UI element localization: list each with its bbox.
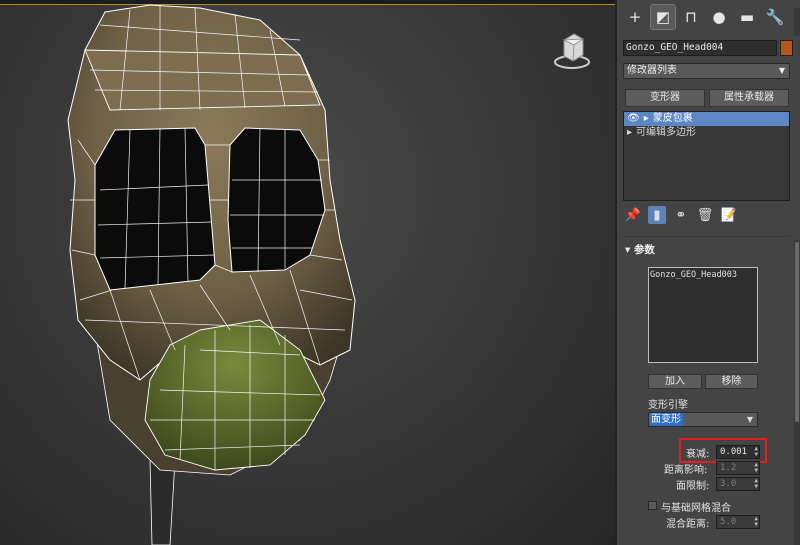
deform-engine-label: 变形引擎 bbox=[648, 400, 688, 411]
show-end-result-icon[interactable]: ▮ bbox=[648, 206, 666, 224]
blend-base-mesh-checkbox[interactable] bbox=[648, 501, 657, 510]
object-color-swatch[interactable] bbox=[780, 40, 793, 56]
chevron-down-icon: ▼ bbox=[746, 415, 753, 424]
face-limit-value: 3.0 bbox=[720, 479, 737, 489]
wrap-target-listbox[interactable]: Gonzo_GEO_Head003 bbox=[648, 267, 758, 363]
pin-stack-icon[interactable]: 📌 bbox=[624, 206, 642, 224]
face-limit-label: 面限制: bbox=[676, 481, 710, 492]
spinner-arrows-icon[interactable]: ▲ ▼ bbox=[754, 516, 758, 528]
object-name-field[interactable]: Gonzo_GEO_Head004 bbox=[623, 40, 777, 56]
distance-influence-value: 1.2 bbox=[720, 463, 737, 473]
head-mesh-wireframe[interactable] bbox=[0, 0, 615, 545]
utilities-tab-icon[interactable]: 🔧 bbox=[763, 5, 787, 29]
add-button[interactable]: 加入 bbox=[648, 374, 702, 389]
params-rollout-title: 参数 bbox=[633, 244, 655, 256]
chevron-down-icon: ▼ bbox=[778, 66, 785, 75]
spinner-arrows-icon[interactable]: ▲ ▼ bbox=[754, 478, 758, 490]
attribute-holder-button[interactable]: 属性承载器 bbox=[709, 89, 789, 107]
expand-arrow-icon[interactable]: ▸ bbox=[644, 112, 649, 126]
collapse-arrow-icon: ▾ bbox=[625, 244, 634, 256]
stack-item-label: 可编辑多边形 bbox=[636, 127, 697, 138]
object-name-row: Gonzo_GEO_Head004 bbox=[623, 40, 793, 56]
panel-scroll-handle[interactable] bbox=[794, 8, 800, 36]
deform-engine-dropdown[interactable]: 面变形 ▼ bbox=[648, 412, 758, 427]
spinner-arrows-icon[interactable]: ▲ ▼ bbox=[754, 462, 758, 474]
create-tab-icon[interactable]: + bbox=[623, 5, 647, 29]
modifier-list-label: 修改器列表 bbox=[627, 65, 677, 76]
blend-distance-spinner[interactable]: 5.0 ▲ ▼ bbox=[716, 515, 760, 529]
scrollbar-thumb[interactable] bbox=[795, 242, 799, 422]
distance-influence-label: 距离影响: bbox=[664, 465, 708, 476]
face-limit-spinner[interactable]: 3.0 ▲ ▼ bbox=[716, 477, 760, 491]
falloff-highlight-box bbox=[679, 438, 767, 463]
stack-tools-row: 📌 ▮ ⚭ 🗑 📝 bbox=[624, 205, 738, 225]
stack-item-skin-wrap[interactable]: 👁 ▸ 蒙皮包裹 bbox=[624, 112, 789, 126]
command-panel-tabs: + ◩ ⊓ ● ▬ 🔧 bbox=[617, 0, 800, 34]
blend-distance-label: 混合距离: bbox=[666, 519, 710, 530]
viewcube-icon[interactable] bbox=[552, 28, 592, 72]
configure-sets-icon[interactable]: 📝 bbox=[720, 206, 738, 224]
modifier-list-dropdown[interactable]: 修改器列表 ▼ bbox=[623, 63, 790, 79]
eye-icon[interactable]: 👁 bbox=[627, 112, 640, 126]
display-tab-icon[interactable]: ▬ bbox=[735, 5, 759, 29]
rollout-scrollbar[interactable] bbox=[794, 240, 800, 545]
stack-item-label: 蒙皮包裹 bbox=[652, 113, 693, 124]
morpher-button[interactable]: 变形器 bbox=[625, 89, 705, 107]
expand-arrow-icon[interactable]: ▸ bbox=[627, 126, 632, 140]
blend-base-mesh-label: 与基础网格混合 bbox=[661, 503, 731, 514]
blend-distance-value: 5.0 bbox=[720, 517, 737, 527]
stack-item-editable-poly[interactable]: ▸ 可编辑多边形 bbox=[624, 126, 789, 140]
modifier-stack: 👁 ▸ 蒙皮包裹 ▸ 可编辑多边形 bbox=[623, 111, 790, 201]
distance-influence-spinner[interactable]: 1.2 ▲ ▼ bbox=[716, 461, 760, 475]
make-unique-icon[interactable]: ⚭ bbox=[672, 206, 690, 224]
hierarchy-tab-icon[interactable]: ⊓ bbox=[679, 5, 703, 29]
app-window: + ◩ ⊓ ● ▬ 🔧 Gonzo_GEO_Head004 修改器列表 ▼ 变形… bbox=[0, 0, 800, 545]
params-rollout-header[interactable]: ▾ 参数 bbox=[625, 242, 792, 258]
list-item[interactable]: Gonzo_GEO_Head003 bbox=[650, 270, 756, 280]
motion-tab-icon[interactable]: ● bbox=[707, 5, 731, 29]
remove-modifier-icon[interactable]: 🗑 bbox=[696, 206, 714, 224]
deform-engine-value: 面变形 bbox=[649, 413, 683, 426]
perspective-viewport[interactable] bbox=[0, 0, 615, 545]
panel-divider bbox=[623, 236, 790, 237]
remove-button[interactable]: 移除 bbox=[705, 374, 758, 389]
modify-tab-icon[interactable]: ◩ bbox=[650, 4, 676, 30]
